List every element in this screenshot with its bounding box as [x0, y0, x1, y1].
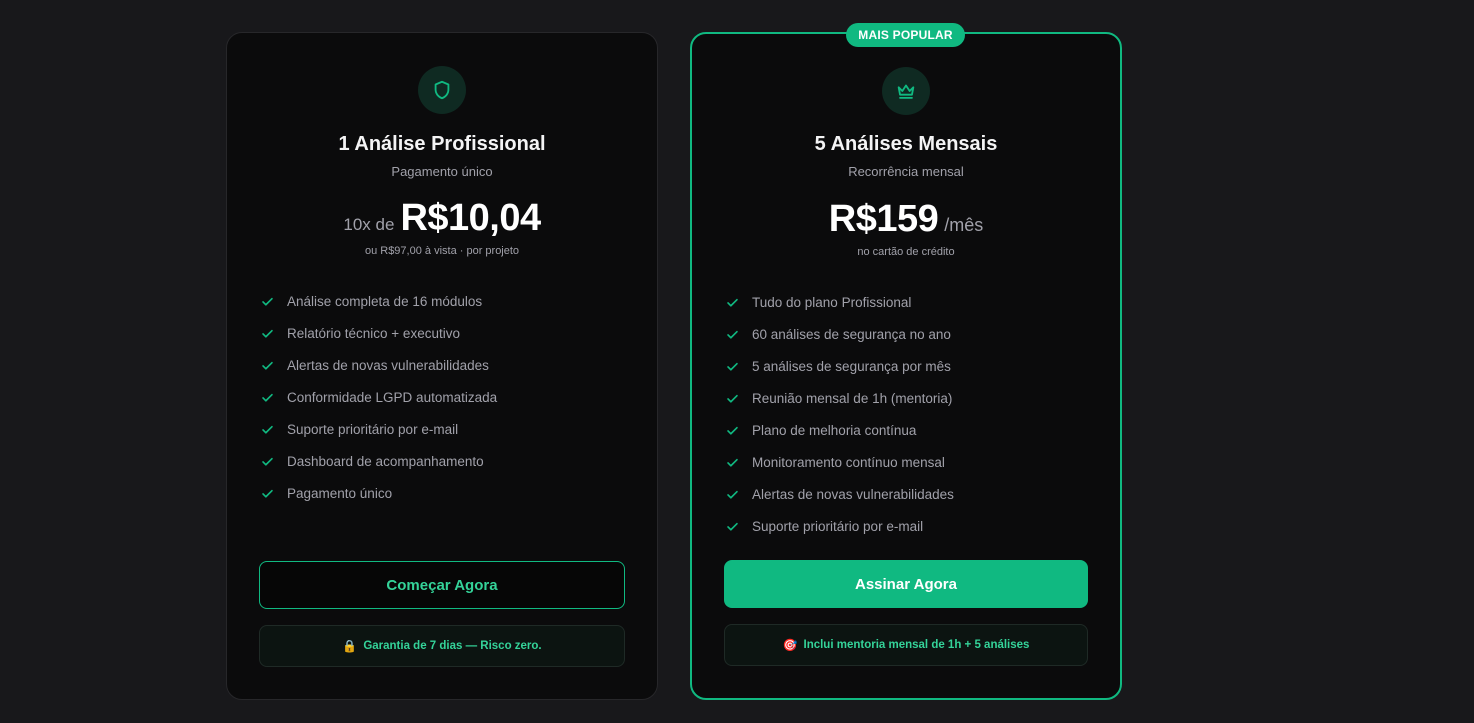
feature-text: Monitoramento contínuo mensal: [752, 454, 945, 470]
feature-list: Análise completa de 16 módulos Relatório…: [260, 285, 497, 509]
feature-text: 60 análises de segurança no ano: [752, 326, 951, 342]
list-item: Dashboard de acompanhamento: [260, 445, 497, 477]
guarantee-text: Garantia de 7 dias — Risco zero.: [363, 640, 542, 652]
feature-text: Dashboard de acompanhamento: [287, 453, 484, 469]
plan-title: 5 Análises Mensais: [814, 133, 998, 155]
pricing-section: 1 Análise Profissional Pagamento único 1…: [0, 0, 1474, 723]
list-item: Alertas de novas vulnerabilidades: [725, 478, 954, 510]
feature-text: Pagamento único: [287, 485, 393, 501]
check-icon: [260, 358, 274, 372]
check-icon: [725, 295, 739, 309]
feature-text: Suporte prioritário por e-mail: [287, 421, 459, 437]
list-item: Alertas de novas vulnerabilidades: [260, 349, 497, 381]
start-now-button[interactable]: Começar Agora: [259, 561, 625, 609]
lock-icon: 🔒: [342, 639, 358, 653]
crown-icon: [882, 67, 930, 115]
list-item: Plano de melhoria contínua: [725, 414, 954, 446]
check-icon: [260, 486, 274, 500]
subscribe-now-button[interactable]: Assinar Agora: [724, 560, 1088, 608]
check-icon: [725, 519, 739, 533]
feature-text: Tudo do plano Profissional: [752, 294, 912, 310]
feature-text: Alertas de novas vulnerabilidades: [752, 486, 954, 502]
feature-text: Análise completa de 16 módulos: [287, 293, 483, 309]
plan-subtitle: Pagamento único: [391, 164, 493, 179]
check-icon: [725, 327, 739, 341]
guarantee-note: 🔒 Garantia de 7 dias — Risco zero.: [259, 625, 625, 667]
price-amount: R$159: [828, 198, 939, 240]
list-item: Pagamento único: [260, 477, 497, 509]
plan-title: 1 Análise Profissional: [338, 133, 546, 155]
mentoring-note: 🎯 Inclui mentoria mensal de 1h + 5 análi…: [724, 624, 1088, 666]
price-prefix: 10x de: [343, 215, 395, 234]
plan-card-monthly: 5 Análises Mensais Recorrência mensal R$…: [690, 32, 1122, 700]
list-item: Reunião mensal de 1h (mentoria): [725, 382, 954, 414]
shield-icon: [418, 66, 466, 114]
list-item: Relatório técnico + executivo: [260, 317, 497, 349]
check-icon: [725, 359, 739, 373]
price-amount: R$10,04: [400, 197, 541, 239]
mentoring-text: Inclui mentoria mensal de 1h + 5 análise…: [803, 639, 1030, 651]
feature-text: Reunião mensal de 1h (mentoria): [752, 390, 953, 406]
plan-subtitle: Recorrência mensal: [848, 164, 964, 179]
list-item: 60 análises de segurança no ano: [725, 318, 954, 350]
check-icon: [260, 390, 274, 404]
list-item: Conformidade LGPD automatizada: [260, 381, 497, 413]
feature-list: Tudo do plano Profissional 60 análises d…: [725, 286, 954, 542]
check-icon: [260, 422, 274, 436]
check-icon: [260, 294, 274, 308]
list-item: Suporte prioritário por e-mail: [260, 413, 497, 445]
check-icon: [260, 326, 274, 340]
check-icon: [725, 391, 739, 405]
plan-card-professional: 1 Análise Profissional Pagamento único 1…: [226, 32, 658, 700]
price-row: R$159 /mês: [692, 198, 1120, 241]
feature-text: Conformidade LGPD automatizada: [287, 389, 498, 405]
feature-text: Plano de melhoria contínua: [752, 422, 917, 438]
list-item: Monitoramento contínuo mensal: [725, 446, 954, 478]
feature-text: 5 análises de segurança por mês: [752, 358, 951, 374]
check-icon: [725, 487, 739, 501]
list-item: Tudo do plano Profissional: [725, 286, 954, 318]
price-row: 10x de R$10,04: [227, 197, 657, 240]
feature-text: Suporte prioritário por e-mail: [752, 518, 924, 534]
feature-text: Relatório técnico + executivo: [287, 325, 460, 341]
list-item: Suporte prioritário por e-mail: [725, 510, 954, 542]
list-item: 5 análises de segurança por mês: [725, 350, 954, 382]
price-suffix: /mês: [944, 215, 984, 235]
price-note: no cartão de crédito: [857, 246, 955, 258]
check-icon: [725, 423, 739, 437]
check-icon: [725, 455, 739, 469]
target-icon: 🎯: [782, 638, 798, 652]
list-item: Análise completa de 16 módulos: [260, 285, 497, 317]
most-popular-badge: MAIS POPULAR: [846, 23, 965, 47]
price-note: ou R$97,00 à vista · por projeto: [364, 245, 520, 257]
feature-text: Alertas de novas vulnerabilidades: [287, 357, 489, 373]
check-icon: [260, 454, 274, 468]
